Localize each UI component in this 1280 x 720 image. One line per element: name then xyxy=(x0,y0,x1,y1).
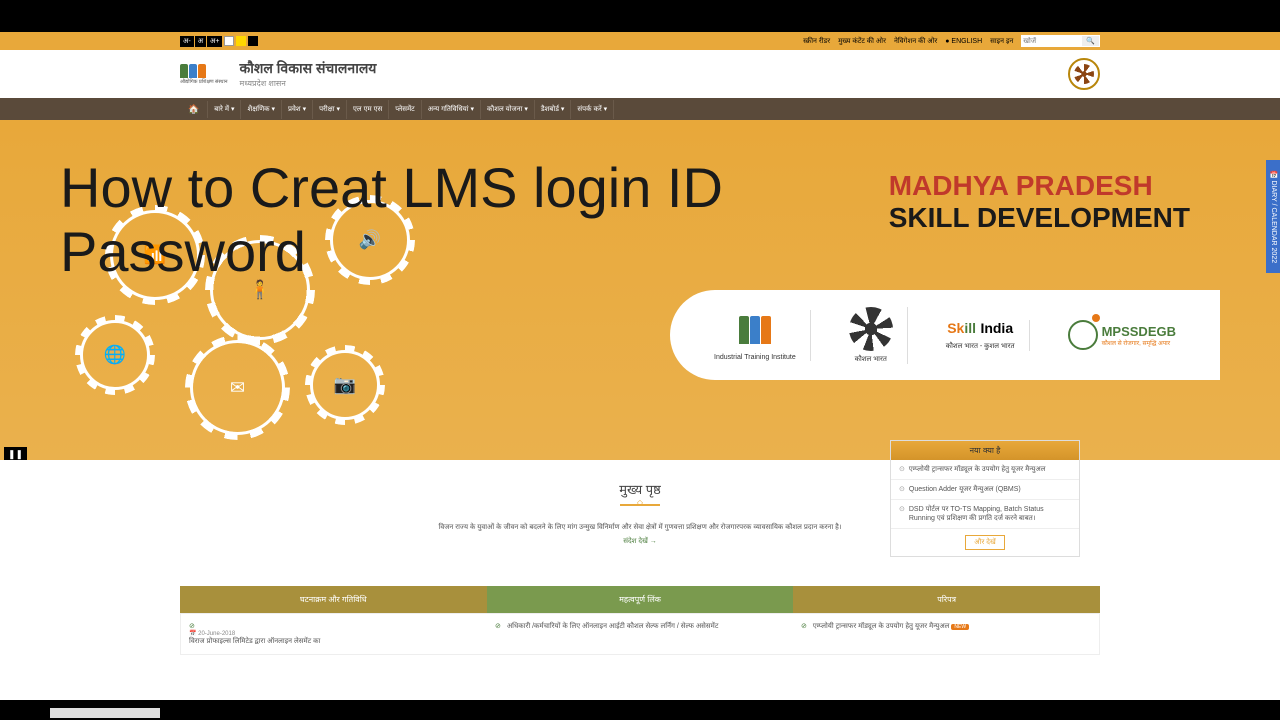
divider-icon xyxy=(620,504,660,506)
text-size-controls: अ- अ अ+ xyxy=(180,36,222,47)
tab-links-content: ⊘ अधिकारी /कर्मचारियों के लिए ऑनलाइन आईट… xyxy=(487,614,793,654)
video-overlay-title: How to Creat LMS login ID Password xyxy=(60,156,723,285)
camera-icon: 📷 xyxy=(334,375,356,396)
mail-icon: ✉ xyxy=(230,377,245,398)
theme-black[interactable] xyxy=(248,36,258,46)
nav-contact[interactable]: संपर्क करें ▾ xyxy=(571,100,614,119)
hero-banner: 📶 🧍 🔊 🌐 ✉ 📷 How to Creat LMS login ID Pa… xyxy=(0,120,1280,460)
search-button[interactable]: 🔍 xyxy=(1082,36,1099,46)
nav-home[interactable]: 🏠 xyxy=(180,101,208,118)
hero-title-2: SKILL DEVELOPMENT xyxy=(889,202,1190,234)
whats-new-item[interactable]: एम्प्लोयी ट्रान्सफर मॉड्यूल के उपयोग हेत… xyxy=(891,460,1079,480)
nav-activities[interactable]: अन्य गतिविधियां ▾ xyxy=(422,100,481,119)
hero-title-1: MADHYA PRADESH xyxy=(889,170,1190,202)
globe-icon: 🌐 xyxy=(104,345,126,366)
video-bottom-bar xyxy=(0,702,1280,720)
main-nav: 🏠 बारे में ▾ शैक्षणिक ▾ प्रवेश ▾ परीक्षा… xyxy=(0,98,1280,120)
tab-circulars-content: ⊘ एम्प्लोयी ट्रान्सफर मॉड्यूल के उपयोग ह… xyxy=(793,614,1099,654)
text-size-minus[interactable]: अ- xyxy=(180,36,194,47)
check-icon: ⊘ xyxy=(495,623,501,630)
search-input[interactable] xyxy=(1022,37,1082,46)
whats-new-item[interactable]: DSD पोर्टल पर TO-TS Mapping, Batch Statu… xyxy=(891,500,1079,529)
site-title: कौशल विकास संचालनालय xyxy=(240,59,377,78)
nav-admission[interactable]: प्रवेश ▾ xyxy=(282,100,313,119)
skip-nav-link[interactable]: नेविगेशन की ओर xyxy=(894,37,937,46)
tab-circulars[interactable]: परिपत्र xyxy=(793,586,1100,613)
nav-about[interactable]: बारे में ▾ xyxy=(208,100,241,119)
check-icon: ⊘ xyxy=(189,623,195,630)
check-icon: ⊘ xyxy=(801,623,807,630)
text-size-plus[interactable]: अ+ xyxy=(207,36,222,47)
tab-links[interactable]: महत्वपूर्ण लिंक xyxy=(487,586,794,613)
whats-new-header: नया क्या है xyxy=(891,441,1079,460)
nav-academic[interactable]: शैक्षणिक ▾ xyxy=(241,100,282,119)
info-tabs: घटनाक्रम और गतिविधि महत्वपूर्ण लिंक परिप… xyxy=(180,586,1100,655)
nav-skill-plan[interactable]: कौशल योजना ▾ xyxy=(481,100,535,119)
language-toggle[interactable]: ● ENGLISH xyxy=(945,38,982,45)
tab-events-content: ⊘ 📅 20-June-2018 विराज प्रोफाइल्स लिमिटे… xyxy=(181,614,487,654)
utility-bar: अ- अ अ+ स्क्रीन रीडर मुख्य कंटेंट की ओर … xyxy=(0,32,1280,50)
ashoka-emblem-icon xyxy=(849,307,893,351)
theme-white[interactable] xyxy=(224,36,234,46)
new-badge: NEW xyxy=(951,624,969,630)
site-header: औद्योगिक प्रशिक्षण संस्थान कौशल विकास सं… xyxy=(0,50,1280,98)
state-emblem xyxy=(1068,58,1100,90)
iti-logo[interactable]: औद्योगिक प्रशिक्षण संस्थान xyxy=(180,64,228,85)
nav-exam[interactable]: परीक्षा ▾ xyxy=(313,100,347,119)
brand-mpssdegb: MPSSDEGB कौशल से रोजगार, समृद्धि अपार xyxy=(1054,320,1190,350)
nav-dashboard[interactable]: डैशबोर्ड ▾ xyxy=(535,100,572,119)
main-content: नया क्या है एम्प्लोयी ट्रान्सफर मॉड्यूल … xyxy=(0,460,1280,700)
more-button[interactable]: और देखें xyxy=(965,535,1004,550)
site-subtitle: मध्यप्रदेश शासन xyxy=(240,78,377,89)
text-size-normal[interactable]: अ xyxy=(195,36,206,47)
brand-skill-india: Skill India कौशल भारत - कुशल भारत xyxy=(932,320,1030,351)
whats-new-panel: नया क्या है एम्प्लोयी ट्रान्सफर मॉड्यूल … xyxy=(890,440,1080,557)
diary-calendar-tab[interactable]: 📅 DIARY / CALENDAR 2022 xyxy=(1266,160,1280,273)
nav-placement[interactable]: प्लेसमेंट xyxy=(389,100,421,119)
carousel-pause-button[interactable]: ❚❚ xyxy=(4,447,27,460)
tab-events[interactable]: घटनाक्रम और गतिविधि xyxy=(180,586,487,613)
nav-lms[interactable]: एल एम एस xyxy=(347,100,389,119)
signin-link[interactable]: साइन इन xyxy=(990,37,1013,46)
brand-emblem: कौशल भारत xyxy=(835,307,908,364)
theme-yellow[interactable] xyxy=(236,36,246,46)
brand-iti: Industrial Training Institute xyxy=(700,310,811,361)
gear-icon xyxy=(1068,320,1098,350)
brand-strip: Industrial Training Institute कौशल भारत … xyxy=(670,290,1220,380)
skip-content-link[interactable]: मुख्य कंटेंट की ओर xyxy=(838,37,886,46)
search-box: 🔍 xyxy=(1021,35,1100,47)
screen-reader-link[interactable]: स्क्रीन रीडर xyxy=(803,37,830,46)
whats-new-item[interactable]: Question Adder यूजर मैन्युअल (QBMS) xyxy=(891,480,1079,500)
progress-segment xyxy=(50,708,160,718)
